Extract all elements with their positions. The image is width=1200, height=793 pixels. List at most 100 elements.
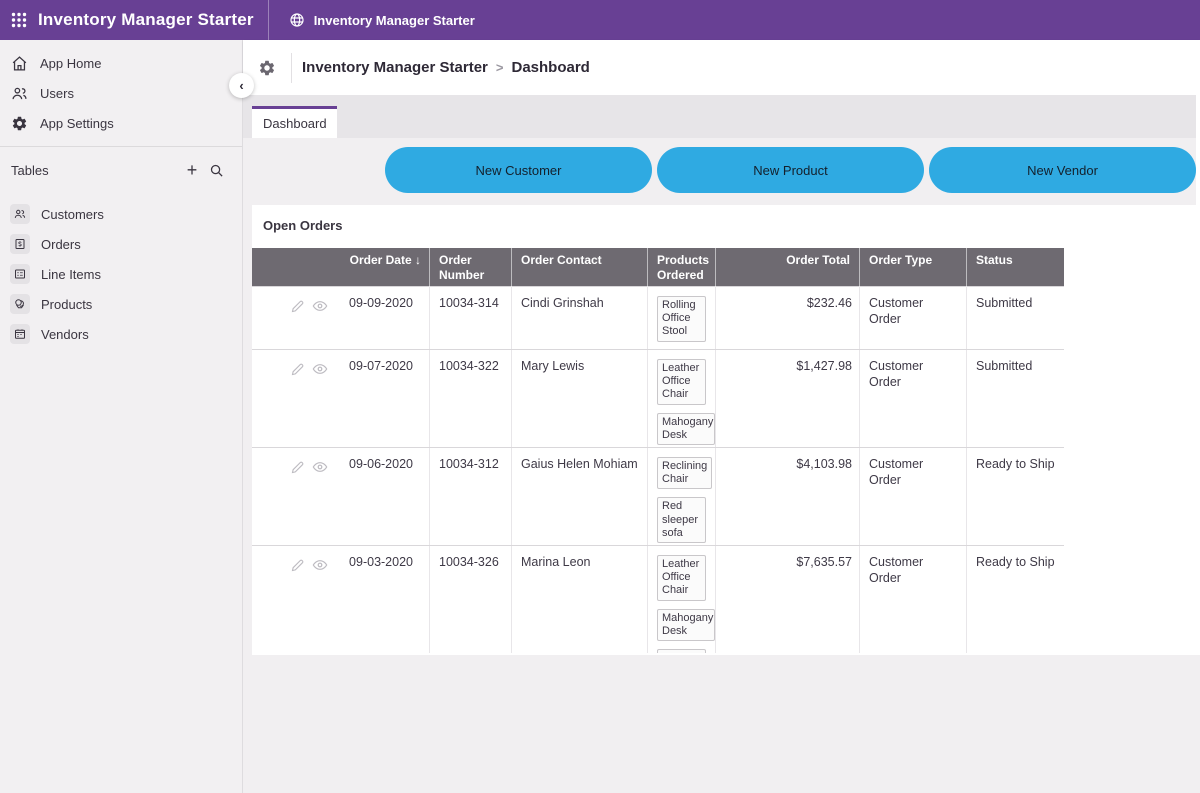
sidebar-item-users[interactable]: Users [0, 78, 242, 108]
product-chip: Mahogany Desk [657, 413, 715, 445]
breadcrumb-separator-icon: > [496, 60, 504, 75]
view-record-icon[interactable] [312, 298, 328, 314]
products-ordered: Leather Office Chair Mahogany Desk [648, 350, 716, 447]
tab-dashboard[interactable]: Dashboard [252, 106, 337, 138]
search-icon [209, 163, 224, 178]
order-contact: Marina Leon [512, 546, 648, 653]
top-bar: Inventory Manager Starter Inventory Mana… [0, 0, 1200, 40]
edit-record-icon[interactable] [290, 299, 305, 314]
breadcrumb-current: Dashboard [511, 59, 589, 76]
quick-actions: New Customer New Product New Vendor [385, 147, 1196, 193]
scrollbar-track[interactable] [1196, 40, 1200, 655]
search-tables-button[interactable] [204, 158, 228, 182]
product-chip: Rolling Office Stool [657, 296, 706, 342]
orders-table-header: Order Date ↓ Order Number Order Contact … [252, 248, 1064, 286]
order-status: Submitted [967, 287, 1064, 349]
sidebar-item-app-settings[interactable]: App Settings [0, 108, 242, 138]
order-total: $7,635.57 [716, 546, 860, 653]
product-chip: Red sleeper sofa [657, 497, 706, 543]
sidebar-collapse-button[interactable]: ‹ [229, 73, 254, 98]
users-icon [11, 85, 28, 102]
column-header-order-contact[interactable]: Order Contact [512, 248, 648, 288]
products-ordered: Reclining Chair Red sleeper sofa [648, 448, 716, 545]
view-record-icon[interactable] [312, 459, 328, 475]
sort-desc-icon: ↓ [415, 253, 421, 267]
product-chip: Reclining Chair [657, 457, 712, 489]
new-customer-button[interactable]: New Customer [385, 147, 652, 193]
chevron-left-icon: ‹ [239, 78, 243, 93]
sidebar-table-line-items[interactable]: Line Items [0, 259, 242, 289]
product-chip: Leather Office Chair [657, 359, 706, 405]
panel-title: Open Orders [252, 205, 1196, 233]
product-chip: Mahogany Desk [657, 609, 715, 641]
order-number: 10034-312 [430, 448, 512, 545]
gear-icon [11, 115, 28, 132]
products-ordered: Rolling Office Stool [648, 287, 716, 349]
sidebar-table-label: Line Items [41, 267, 101, 282]
sidebar-table-customers[interactable]: Customers [0, 199, 242, 229]
view-record-icon[interactable] [312, 557, 328, 573]
column-header-order-type[interactable]: Order Type [860, 248, 967, 288]
table-row: 09-03-2020 10034-326 Marina Leon Leather… [252, 545, 1064, 653]
order-total: $1,427.98 [716, 350, 860, 447]
order-number: 10034-314 [430, 287, 512, 349]
column-header-order-total[interactable]: Order Total [716, 248, 860, 288]
edit-record-icon[interactable] [290, 460, 305, 475]
page-settings-button[interactable] [243, 59, 291, 77]
order-total: $232.46 [716, 287, 860, 349]
home-icon [11, 55, 28, 72]
column-header-status[interactable]: Status [967, 248, 1064, 288]
column-header-order-date[interactable]: Order Date ↓ [252, 248, 430, 288]
breadcrumb-root[interactable]: Inventory Manager Starter [302, 59, 488, 76]
products-icon [10, 294, 30, 314]
breadcrumb-bar: Inventory Manager Starter > Dashboard [243, 40, 1200, 95]
add-table-button[interactable]: + [180, 158, 204, 182]
breadcrumb: Inventory Manager Starter > Dashboard [292, 59, 590, 76]
order-number: 10034-326 [430, 546, 512, 653]
order-status: Submitted [967, 350, 1064, 447]
sidebar-item-app-home[interactable]: App Home [0, 48, 242, 78]
vendors-icon [10, 324, 30, 344]
sidebar-item-label: Users [40, 86, 74, 101]
sidebar-table-orders[interactable]: Orders [0, 229, 242, 259]
order-status: Ready to Ship [967, 546, 1064, 653]
new-vendor-button[interactable]: New Vendor [929, 147, 1196, 193]
order-date: 09-06-2020 [349, 457, 413, 473]
edit-record-icon[interactable] [290, 558, 305, 573]
orders-table-body: 09-09-2020 10034-314 Cindi Grinshah Roll… [252, 286, 1064, 653]
column-header-order-number[interactable]: Order Number [430, 248, 512, 288]
sidebar-item-label: App Home [40, 56, 101, 71]
sidebar-table-label: Products [41, 297, 92, 312]
orders-icon [10, 234, 30, 254]
order-type: Customer Order [860, 350, 967, 447]
tables-section-label: Tables [11, 163, 49, 178]
order-contact: Mary Lewis [512, 350, 648, 447]
product-chip: Red sleeper sofa [657, 649, 706, 653]
edit-record-icon[interactable] [290, 362, 305, 377]
sidebar-table-products[interactable]: Products [0, 289, 242, 319]
order-status: Ready to Ship [967, 448, 1064, 545]
order-date: 09-03-2020 [349, 555, 413, 571]
sidebar-table-vendors[interactable]: Vendors [0, 319, 242, 349]
order-type: Customer Order [860, 546, 967, 653]
order-date: 09-07-2020 [349, 359, 413, 375]
sidebar-item-label: App Settings [40, 116, 114, 131]
table-row: 09-09-2020 10034-314 Cindi Grinshah Roll… [252, 286, 1064, 349]
customers-icon [10, 204, 30, 224]
column-header-products-ordered[interactable]: Products Ordered [648, 248, 716, 288]
new-product-button[interactable]: New Product [657, 147, 924, 193]
order-date: 09-09-2020 [349, 296, 413, 312]
app-grid-icon[interactable] [0, 0, 38, 40]
line-items-icon [10, 264, 30, 284]
plus-icon: + [187, 161, 198, 179]
topbar-page-title: Inventory Manager Starter [314, 13, 475, 28]
sidebar-table-label: Customers [41, 207, 104, 222]
open-orders-table: Order Date ↓ Order Number Order Contact … [252, 248, 1064, 653]
globe-icon [289, 12, 305, 28]
app-window: Inventory Manager Starter Inventory Mana… [0, 0, 1200, 793]
tables-list: Customers Orders Line It [0, 193, 242, 349]
view-record-icon[interactable] [312, 361, 328, 377]
sidebar-table-label: Vendors [41, 327, 89, 342]
order-number: 10034-322 [430, 350, 512, 447]
gear-icon [258, 59, 276, 77]
